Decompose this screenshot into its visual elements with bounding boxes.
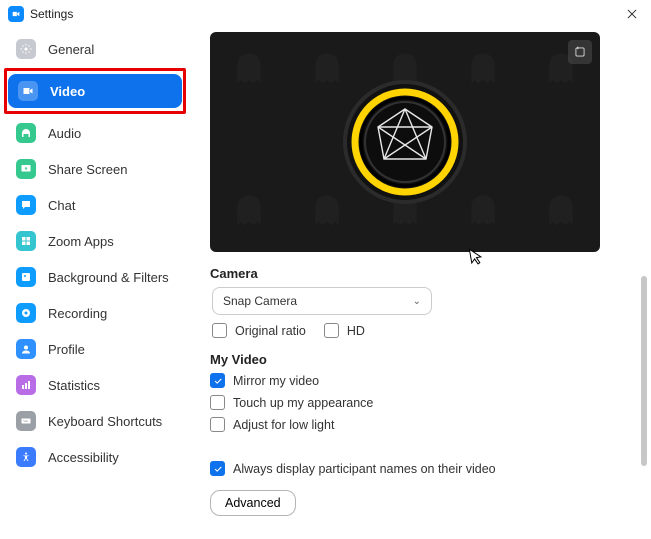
myvideo-section-label: My Video xyxy=(210,352,629,367)
checkbox-label: Touch up my appearance xyxy=(233,396,373,410)
sidebar-item-background-filters[interactable]: Background & Filters xyxy=(6,260,184,294)
gear-icon xyxy=(16,39,36,59)
sidebar-item-label: Zoom Apps xyxy=(48,234,114,249)
close-button[interactable] xyxy=(623,5,641,23)
sidebar-item-label: General xyxy=(48,42,94,57)
sidebar-item-label: Background & Filters xyxy=(48,270,169,285)
snap-camera-lens-icon xyxy=(340,77,470,207)
mirror-checkbox[interactable]: Mirror my video xyxy=(210,373,629,388)
rotate-button[interactable] xyxy=(568,40,592,64)
sidebar-item-accessibility[interactable]: Accessibility xyxy=(6,440,184,474)
sidebar-item-share-screen[interactable]: Share Screen xyxy=(6,152,184,186)
sidebar-item-audio[interactable]: Audio xyxy=(6,116,184,150)
checkbox-label: Adjust for low light xyxy=(233,418,334,432)
apps-icon xyxy=(16,231,36,251)
accessibility-icon xyxy=(16,447,36,467)
sidebar-item-label: Profile xyxy=(48,342,85,357)
video-icon xyxy=(18,81,38,101)
sidebar-item-label: Chat xyxy=(48,198,75,213)
video-preview xyxy=(210,32,600,252)
ghost-icon xyxy=(541,192,581,232)
touchup-checkbox[interactable]: Touch up my appearance xyxy=(210,395,629,410)
checkbox-label: Original ratio xyxy=(235,324,306,338)
sidebar-item-keyboard-shortcuts[interactable]: Keyboard Shortcuts xyxy=(6,404,184,438)
checkbox-box xyxy=(210,417,225,432)
camera-section-label: Camera xyxy=(210,266,629,281)
sidebar-item-label: Audio xyxy=(48,126,81,141)
sidebar: General Video Audio Share Screen xyxy=(0,26,190,539)
share-screen-icon xyxy=(16,159,36,179)
sidebar-item-general[interactable]: General xyxy=(6,32,184,66)
checkbox-box xyxy=(210,461,225,476)
record-icon xyxy=(16,303,36,323)
chat-icon xyxy=(16,195,36,215)
stats-icon xyxy=(16,375,36,395)
sidebar-item-recording[interactable]: Recording xyxy=(6,296,184,330)
sidebar-item-label: Keyboard Shortcuts xyxy=(48,414,162,429)
display-names-checkbox[interactable]: Always display participant names on thei… xyxy=(210,461,629,476)
lowlight-checkbox[interactable]: Adjust for low light xyxy=(210,417,629,432)
ghost-icon xyxy=(229,50,269,90)
highlight-video: Video xyxy=(4,68,186,114)
ghost-icon xyxy=(229,192,269,232)
sidebar-item-profile[interactable]: Profile xyxy=(6,332,184,366)
app-icon xyxy=(8,6,24,22)
hd-checkbox[interactable]: HD xyxy=(324,323,365,338)
camera-select[interactable]: Snap Camera ⌄ xyxy=(212,287,432,315)
checkbox-box xyxy=(210,373,225,388)
sidebar-item-video[interactable]: Video xyxy=(8,74,182,108)
checkbox-label: HD xyxy=(347,324,365,338)
camera-selected-value: Snap Camera xyxy=(223,294,297,308)
chevron-down-icon: ⌄ xyxy=(413,296,421,307)
scrollbar[interactable] xyxy=(641,276,647,466)
filters-icon xyxy=(16,267,36,287)
profile-icon xyxy=(16,339,36,359)
checkbox-label: Mirror my video xyxy=(233,374,319,388)
sidebar-item-label: Statistics xyxy=(48,378,100,393)
sidebar-item-zoom-apps[interactable]: Zoom Apps xyxy=(6,224,184,258)
headphones-icon xyxy=(16,123,36,143)
window-title: Settings xyxy=(30,7,73,21)
titlebar: Settings xyxy=(0,0,651,26)
sidebar-item-label: Recording xyxy=(48,306,107,321)
main-panel: Camera Snap Camera ⌄ Original ratio HD M… xyxy=(190,26,651,539)
checkbox-box xyxy=(210,395,225,410)
checkbox-box xyxy=(324,323,339,338)
advanced-button[interactable]: Advanced xyxy=(210,490,296,516)
sidebar-item-label: Share Screen xyxy=(48,162,128,177)
sidebar-item-label: Video xyxy=(50,84,85,99)
checkbox-label: Always display participant names on thei… xyxy=(233,462,496,476)
sidebar-item-statistics[interactable]: Statistics xyxy=(6,368,184,402)
original-ratio-checkbox[interactable]: Original ratio xyxy=(212,323,306,338)
sidebar-item-chat[interactable]: Chat xyxy=(6,188,184,222)
keyboard-icon xyxy=(16,411,36,431)
checkbox-box xyxy=(212,323,227,338)
sidebar-item-label: Accessibility xyxy=(48,450,119,465)
